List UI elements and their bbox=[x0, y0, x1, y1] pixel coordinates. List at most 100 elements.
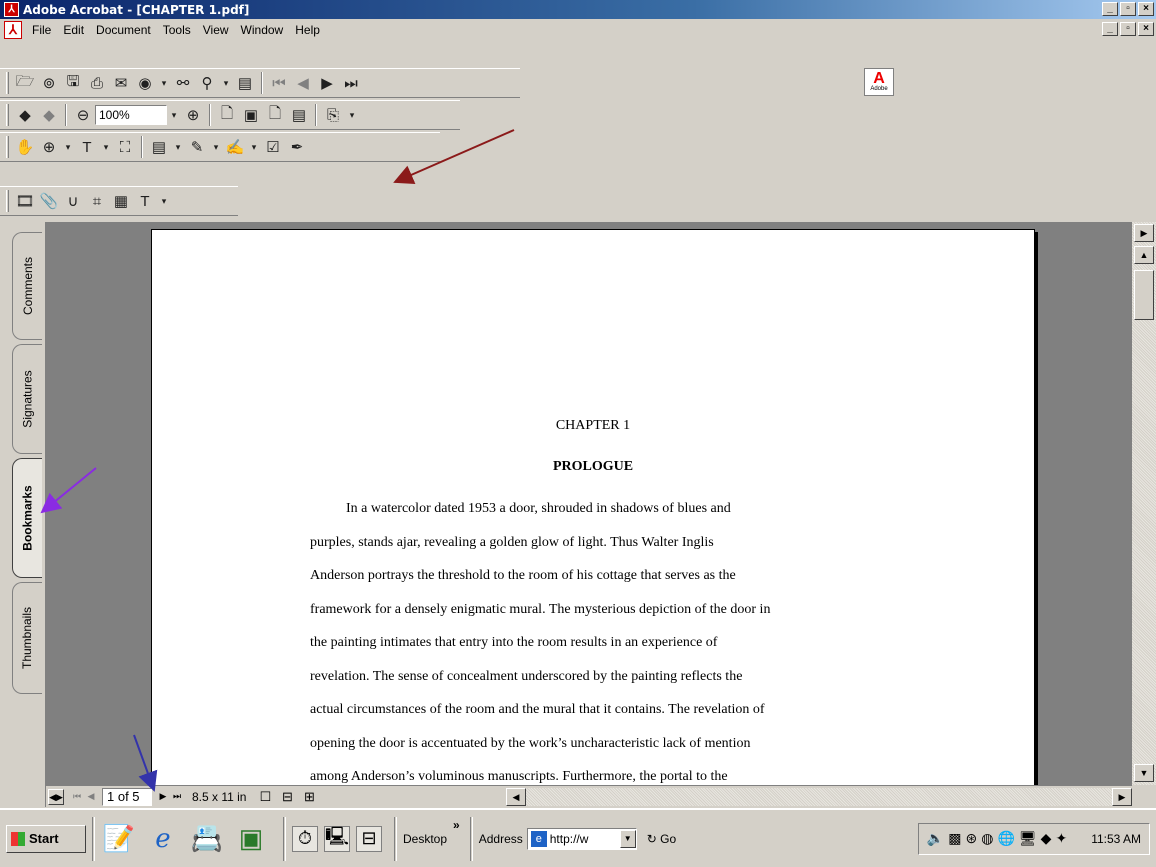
first-page-icon[interactable]: ⏮ bbox=[267, 71, 291, 95]
publisher-icon[interactable]: ▣ bbox=[233, 821, 269, 857]
scroll-down-icon[interactable]: ▼ bbox=[1134, 764, 1154, 782]
menu-document[interactable]: Document bbox=[90, 21, 157, 39]
first-page-icon[interactable]: ⏮ bbox=[70, 791, 84, 802]
start-button[interactable]: Start bbox=[6, 824, 86, 853]
doc-maximize-button[interactable]: ▫ bbox=[1120, 22, 1136, 36]
zoom-dropdown-icon[interactable]: ▾ bbox=[167, 103, 181, 127]
scroll-left-icon[interactable]: ◀ bbox=[506, 788, 526, 806]
horizontal-scrollbar[interactable]: ◀ ▶ bbox=[506, 788, 1132, 806]
rotate-view-icon[interactable]: ⎘ bbox=[321, 103, 345, 127]
page-number-field[interactable]: 1 of 5 bbox=[102, 787, 152, 806]
crop-tool-icon[interactable]: ⌗ bbox=[85, 189, 109, 213]
tab-bookmarks[interactable]: Bookmarks bbox=[12, 458, 42, 578]
minimize-button[interactable]: _ bbox=[1102, 2, 1118, 16]
go-button[interactable]: ↻ Go bbox=[647, 832, 676, 846]
pencil-tool-icon[interactable]: ✎ bbox=[185, 135, 209, 159]
menu-view[interactable]: View bbox=[197, 21, 235, 39]
split-pane-icon[interactable]: ◀▶ bbox=[48, 788, 64, 805]
scroll-thumb[interactable] bbox=[1134, 270, 1154, 320]
attachment-tool-icon[interactable]: 📎 bbox=[37, 189, 61, 213]
chevron-down-icon[interactable]: ▾ bbox=[61, 135, 75, 159]
print-icon[interactable]: ⎙ bbox=[85, 71, 109, 95]
menu-help[interactable]: Help bbox=[289, 21, 326, 39]
zoom-out-icon[interactable]: ⊖ bbox=[71, 103, 95, 127]
update-icon[interactable]: ✦ bbox=[1055, 830, 1067, 847]
single-page-icon[interactable]: ☐ bbox=[254, 789, 276, 805]
monitor-icon[interactable]: 🖥 bbox=[1019, 830, 1037, 847]
adobe-logo[interactable]: A Adobe bbox=[864, 68, 894, 96]
form-tool-icon[interactable]: ▦ bbox=[109, 189, 133, 213]
menu-file[interactable]: File bbox=[26, 21, 57, 39]
note-tool-icon[interactable]: ▤ bbox=[147, 135, 171, 159]
search-icon[interactable]: ⚲ bbox=[195, 71, 219, 95]
next-page-icon[interactable]: ▶ bbox=[156, 791, 170, 802]
globe-icon[interactable]: 🌐 bbox=[997, 830, 1014, 847]
close-button[interactable]: × bbox=[1138, 2, 1154, 16]
signature-icon[interactable]: ✒ bbox=[285, 135, 309, 159]
show-hide-navigation-icon[interactable]: ▤ bbox=[233, 71, 257, 95]
email-icon[interactable]: ✉ bbox=[109, 71, 133, 95]
graphics-select-icon[interactable]: ⛶ bbox=[113, 135, 137, 159]
chevron-down-icon[interactable]: ▾ bbox=[157, 189, 171, 213]
go-forward-icon[interactable]: ◆ bbox=[37, 103, 61, 127]
text-select-icon[interactable]: T bbox=[75, 135, 99, 159]
vertical-scrollbar[interactable]: ▶ ▲ ▼ bbox=[1132, 222, 1156, 785]
chevron-down-icon[interactable]: ▾ bbox=[345, 103, 359, 127]
chevron-down-icon[interactable]: ▾ bbox=[99, 135, 113, 159]
desktop-toolbar-label[interactable]: Desktop bbox=[403, 832, 447, 846]
show-desktop-icon[interactable]: 🖳 bbox=[324, 825, 350, 852]
calculator-icon[interactable]: ⊟ bbox=[356, 825, 382, 852]
web-capture-icon[interactable]: ◉ bbox=[133, 71, 157, 95]
zoom-tool-icon[interactable]: ⊕ bbox=[37, 135, 61, 159]
open-icon[interactable]: 🗁 bbox=[13, 71, 37, 95]
continuous-icon[interactable]: ⊟ bbox=[276, 789, 298, 805]
chevron-down-icon[interactable]: ▾ bbox=[247, 135, 261, 159]
scheduler-icon[interactable]: ⏱ bbox=[292, 825, 318, 852]
fit-width-icon[interactable]: 🗋 bbox=[263, 103, 287, 127]
chevron-down-icon[interactable]: ▾ bbox=[157, 71, 171, 95]
actual-size-icon[interactable]: 🗋 bbox=[215, 103, 239, 127]
chevron-right-icon[interactable]: » bbox=[453, 818, 460, 832]
last-page-icon[interactable]: ⏭ bbox=[339, 71, 363, 95]
tab-thumbnails[interactable]: Thumbnails bbox=[12, 582, 42, 694]
acrobat-app-icon[interactable]: ⅄ bbox=[4, 2, 19, 17]
previous-page-icon[interactable]: ◀ bbox=[84, 791, 98, 802]
zoom-in-icon[interactable]: ⊕ bbox=[181, 103, 205, 127]
antivirus-icon[interactable]: ◍ bbox=[981, 830, 993, 847]
spell-check-icon[interactable]: ☑ bbox=[261, 135, 285, 159]
toolbar-grip[interactable] bbox=[6, 72, 9, 94]
menu-edit[interactable]: Edit bbox=[57, 21, 90, 39]
scroll-right-icon[interactable]: ▶ bbox=[1112, 788, 1132, 806]
toolbar-grip[interactable] bbox=[6, 104, 9, 126]
chevron-down-icon[interactable]: ▾ bbox=[219, 71, 233, 95]
volume-icon[interactable]: 🔈 bbox=[927, 830, 944, 847]
toolbar-grip[interactable] bbox=[6, 136, 9, 158]
menu-tools[interactable]: Tools bbox=[157, 21, 197, 39]
doc-close-button[interactable]: × bbox=[1138, 22, 1154, 36]
messenger-icon[interactable]: ◆ bbox=[1041, 830, 1052, 847]
address-field[interactable]: e http://w ▼ bbox=[526, 827, 637, 850]
continuous-facing-icon[interactable]: ⊞ bbox=[298, 789, 320, 805]
soft-tray-icon[interactable]: ▩ bbox=[948, 830, 961, 847]
last-page-icon[interactable]: ⏭ bbox=[170, 791, 184, 802]
maximize-button[interactable]: ▫ bbox=[1120, 2, 1136, 16]
document-pane[interactable]: CHAPTER 1 PROLOGUE In a watercolor dated… bbox=[46, 222, 1132, 785]
toolbar-grip[interactable] bbox=[6, 190, 9, 212]
next-page-icon[interactable]: ▶ bbox=[315, 71, 339, 95]
touchup-text-icon[interactable]: T bbox=[133, 189, 157, 213]
outlook-icon[interactable]: 📇 bbox=[189, 821, 225, 857]
go-back-icon[interactable]: ◆ bbox=[13, 103, 37, 127]
hand-tool-icon[interactable]: ✋ bbox=[13, 135, 37, 159]
pdf-page[interactable]: CHAPTER 1 PROLOGUE In a watercolor dated… bbox=[151, 229, 1035, 785]
zoom-level-field[interactable]: 100% bbox=[95, 105, 167, 125]
chevron-down-icon[interactable]: ▾ bbox=[171, 135, 185, 159]
chevron-down-icon[interactable]: ▾ bbox=[209, 135, 223, 159]
previous-page-icon[interactable]: ◀ bbox=[291, 71, 315, 95]
find-icon[interactable]: ⚯ bbox=[171, 71, 195, 95]
movie-tool-icon[interactable]: 🎞 bbox=[13, 189, 37, 213]
menu-window[interactable]: Window bbox=[235, 21, 290, 39]
tab-signatures[interactable]: Signatures bbox=[12, 344, 42, 454]
address-dropdown-icon[interactable]: ▼ bbox=[619, 829, 636, 848]
document-icon[interactable]: ⅄ bbox=[4, 21, 22, 39]
reflow-icon[interactable]: ▤ bbox=[287, 103, 311, 127]
